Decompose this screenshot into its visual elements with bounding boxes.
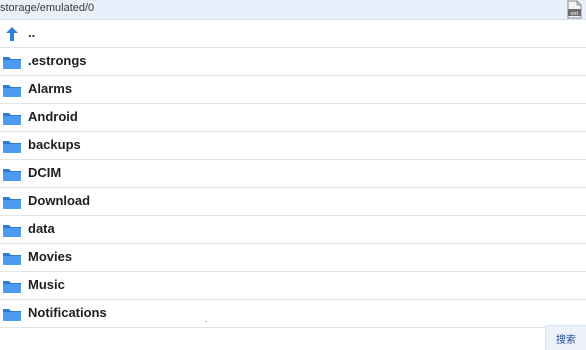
folder-icon [2,110,22,126]
folder-icon [2,82,22,98]
folder-label: DCIM [28,165,62,180]
folder-label: data [28,221,55,236]
folder-row[interactable]: Notifications [0,300,586,328]
folder-label: Music [28,277,65,292]
folder-label: backups [28,137,81,152]
folder-icon [2,138,22,154]
parent-directory-row[interactable]: .. [0,20,586,48]
folder-label: Alarms [28,81,73,96]
folder-label: Android [28,109,78,124]
folder-label: .estrongs [28,53,87,68]
folder-row[interactable]: data [0,216,586,244]
folder-row[interactable]: .estrongs [0,48,586,76]
folder-label: Notifications [28,305,107,320]
folder-row[interactable]: backups [0,132,586,160]
path-bar: storage/emulated/0 ext [0,0,586,20]
folder-row[interactable]: Movies [0,244,586,272]
folder-icon [2,222,22,238]
folder-icon [2,278,22,294]
folder-icon [2,54,22,70]
filetype-label: ext [571,11,579,17]
folder-icon [2,166,22,182]
folder-icon [2,250,22,266]
parent-directory-label: .. [28,25,36,40]
divider-mark [205,321,207,322]
file-list: .. .estrongs Alarms Android backups DCIM [0,20,586,328]
up-arrow-icon [2,26,22,42]
folder-row[interactable]: Music [0,272,586,300]
folder-label: Movies [28,249,73,264]
ext-file-icon[interactable]: ext [566,0,582,19]
folder-label: Download [28,193,91,208]
folder-row[interactable]: Android [0,104,586,132]
folder-row[interactable]: DCIM [0,160,586,188]
folder-icon [2,194,22,210]
folder-icon [2,306,22,322]
search-button[interactable]: 搜索 [545,325,586,350]
folder-row[interactable]: Download [0,188,586,216]
current-path: storage/emulated/0 [0,2,95,14]
folder-row[interactable]: Alarms [0,76,586,104]
